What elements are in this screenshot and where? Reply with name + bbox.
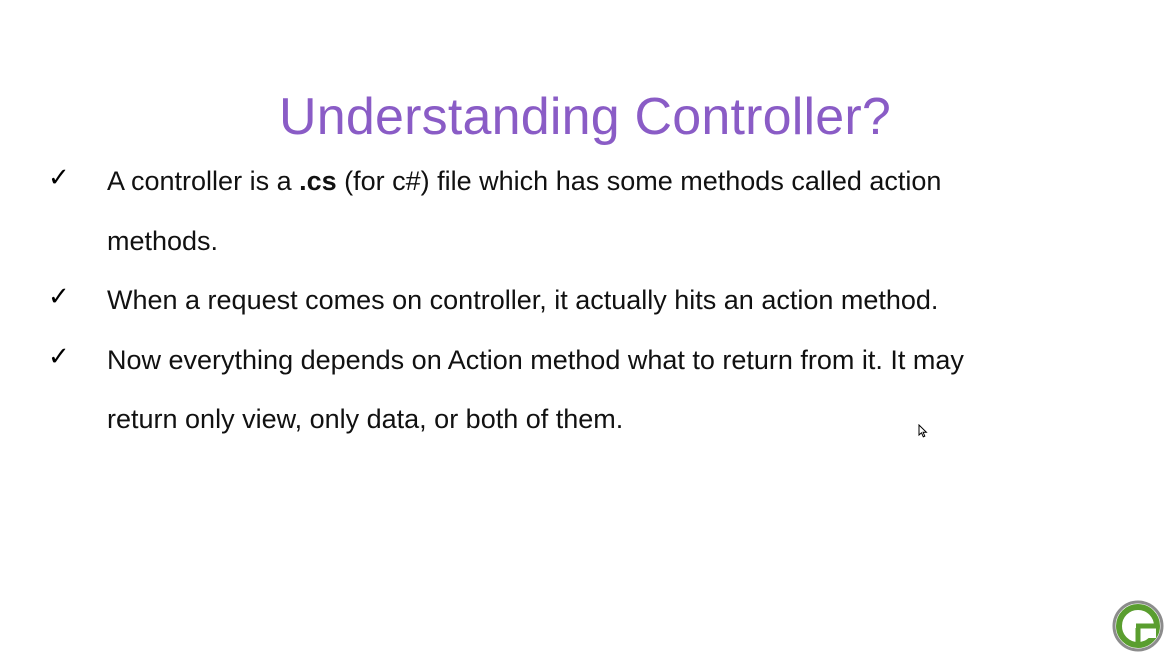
bullet-list: ✓ A controller is a .cs (for c#) file wh… — [0, 152, 1170, 450]
checkmark-icon: ✓ — [48, 163, 70, 193]
checkmark-icon: ✓ — [48, 282, 70, 312]
bullet-item: ✓ Now everything depends on Action metho… — [0, 331, 967, 450]
bullet-text-bold: .cs — [299, 166, 337, 196]
bullet-item: ✓ When a request comes on controller, it… — [0, 271, 967, 331]
circular-g-logo-icon — [1112, 600, 1164, 652]
bullet-text: Now everything depends on Action method … — [107, 344, 964, 435]
slide-title: Understanding Controller? — [278, 87, 891, 146]
slide: Understanding Controller? ✓ A controller… — [0, 0, 1170, 658]
checkmark-icon: ✓ — [48, 341, 70, 372]
bullet-text: When a request comes on controller, it a… — [107, 285, 939, 315]
mouse-cursor-icon — [918, 424, 928, 438]
bullet-item: ✓ A controller is a .cs (for c#) file wh… — [0, 152, 967, 271]
bullet-text-pre: A controller is a — [107, 166, 300, 196]
